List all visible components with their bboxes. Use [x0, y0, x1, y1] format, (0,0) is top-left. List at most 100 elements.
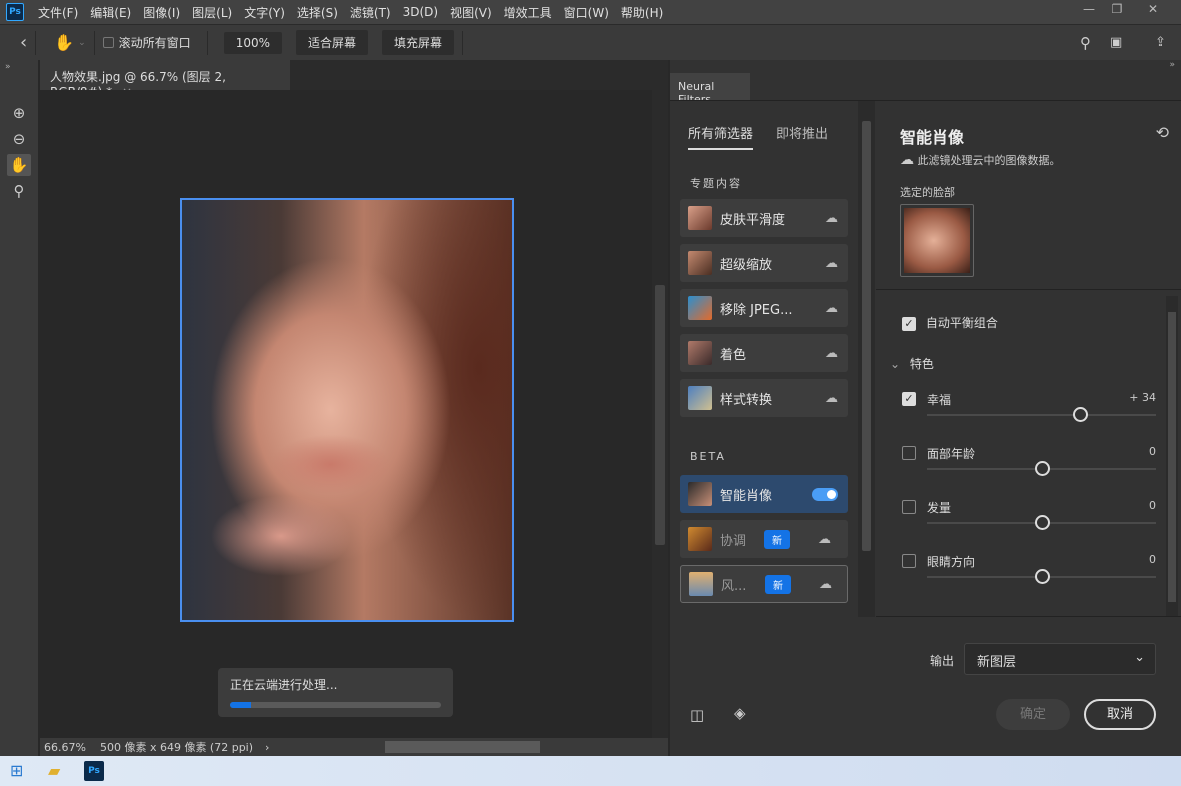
auto-balance-label: 自动平衡组合	[925, 316, 998, 330]
slider-track[interactable]	[927, 414, 1156, 416]
menu-file[interactable]: 文件(F)	[32, 4, 84, 21]
hand-tool-icon[interactable]: ✋	[7, 154, 31, 176]
slider-checkbox[interactable]	[902, 445, 916, 460]
menu-type[interactable]: 文字(Y)	[238, 4, 291, 21]
document-tab[interactable]: 人物效果.jpg @ 66.7% (图层 2, RGB/8#) * ×	[40, 60, 290, 99]
collapse-icon[interactable]: »	[0, 60, 38, 74]
output-select[interactable]: 新图层 ⌄	[964, 643, 1156, 675]
magnifier-icon[interactable]: ⚲	[7, 180, 31, 202]
slider-knob[interactable]	[1034, 515, 1050, 530]
collapse-icon[interactable]: »	[1169, 60, 1175, 70]
zoom-100-button[interactable]: 100%	[223, 31, 282, 54]
menu-image[interactable]: 图像(I)	[137, 4, 186, 21]
slider-row: 发量 0	[902, 499, 1156, 530]
zoom-in-icon[interactable]: ⊕	[7, 102, 31, 124]
menu-select[interactable]: 选择(S)	[291, 4, 344, 21]
slider-checkbox[interactable]	[902, 553, 916, 568]
cloud-download-icon: ☁	[818, 531, 831, 547]
vertical-scrollbar[interactable]	[652, 90, 668, 738]
menu-3d[interactable]: 3D(D)	[397, 5, 444, 19]
filter-super-zoom[interactable]: 超级缩放 ☁	[680, 244, 848, 282]
slider-checkbox[interactable]	[902, 499, 916, 514]
filter-harmonization[interactable]: 协调新 ☁	[680, 520, 848, 558]
chevron-right-icon[interactable]: ›	[265, 741, 269, 754]
menu-view[interactable]: 视图(V)	[444, 4, 498, 21]
horizontal-scrollbar[interactable]	[385, 741, 540, 753]
slider-knob[interactable]	[1034, 461, 1050, 476]
neural-filters-tab[interactable]: Neural Filters	[670, 73, 750, 106]
chevron-down-icon[interactable]: ⌄	[78, 38, 86, 48]
menu-filter[interactable]: 滤镜(T)	[344, 4, 397, 21]
tab-coming-soon[interactable]: 即将推出	[776, 123, 828, 142]
menu-bar: Ps 文件(F) 编辑(E) 图像(I) 图层(L) 文字(Y) 选择(S) 滤…	[0, 0, 1181, 24]
filter-colorize[interactable]: 着色 ☁	[680, 334, 848, 372]
layers-icon[interactable]: ◈	[734, 704, 746, 722]
output-label: 输出	[930, 654, 955, 668]
filter-skin-smoothing[interactable]: 皮肤平滑度 ☁	[680, 199, 848, 237]
menu-help[interactable]: 帮助(H)	[615, 4, 669, 21]
scroll-all-checkbox[interactable]	[102, 37, 114, 48]
photoshop-logo: Ps	[6, 3, 24, 21]
slider-knob[interactable]	[1073, 407, 1089, 422]
slider-label: 发量	[927, 501, 952, 515]
selected-face-thumbnail[interactable]	[900, 204, 974, 277]
new-badge: 新	[764, 529, 790, 549]
cloud-download-icon: ☁	[825, 210, 838, 226]
menu-plugins[interactable]: 增效工具	[498, 4, 558, 21]
slider-row: 面部年龄 0	[902, 445, 1156, 476]
file-explorer-icon[interactable]: ▰	[48, 761, 60, 780]
fit-screen-button[interactable]: 适合屏幕	[296, 30, 369, 55]
beta-heading: BETA	[690, 450, 726, 463]
settings-scrollbar[interactable]	[1166, 296, 1178, 616]
document-info[interactable]: 500 像素 x 649 像素 (72 ppi)	[100, 739, 253, 755]
scroll-all-label: 滚动所有窗口	[118, 36, 191, 50]
cloud-download-icon: ☁	[825, 390, 838, 406]
slider-value: 0	[1149, 499, 1156, 512]
selected-face-label: 选定的脸部	[900, 186, 955, 199]
close-icon[interactable]: ✕	[1140, 2, 1166, 20]
share-icon[interactable]: ⇪	[1155, 35, 1166, 50]
hand-tool-icon[interactable]: ✋	[54, 33, 74, 52]
restore-icon[interactable]: ❐	[1104, 2, 1130, 20]
chevron-down-icon[interactable]: ⌄	[890, 357, 900, 371]
reset-icon[interactable]: ⟲	[1156, 123, 1169, 142]
filter-title: 智能肖像	[900, 128, 965, 147]
filter-landscape[interactable]: 风... 新 ☁	[680, 565, 848, 603]
search-icon[interactable]: ⚲	[1080, 34, 1091, 52]
ok-button[interactable]: 确定	[996, 699, 1070, 730]
zoom-level[interactable]: 66.67%	[44, 741, 86, 754]
processing-text: 正在云端进行处理...	[230, 678, 338, 692]
slider-checkbox[interactable]: ✓	[902, 391, 916, 406]
compare-icon[interactable]: ◫	[690, 706, 704, 724]
slider-row: 眼睛方向 0	[902, 553, 1156, 584]
status-bar: 66.67% 500 像素 x 649 像素 (72 ppi) ›	[40, 738, 668, 756]
menu-edit[interactable]: 编辑(E)	[84, 4, 137, 21]
menu-layer[interactable]: 图层(L)	[186, 4, 238, 21]
cancel-button[interactable]: 取消	[1084, 699, 1156, 730]
filter-list-scrollbar[interactable]	[858, 101, 875, 677]
workspace-icon[interactable]: ▣	[1110, 35, 1122, 50]
neural-filters-panel: » Neural Filters 所有筛选器 即将推出 专题内容 皮肤平滑度☁ …	[670, 60, 1181, 756]
filter-smart-portrait[interactable]: 智能肖像	[680, 475, 848, 513]
photoshop-taskbar-icon[interactable]: Ps	[84, 761, 104, 781]
tab-all-filters[interactable]: 所有筛选器	[688, 123, 754, 150]
cloud-download-icon: ☁	[825, 300, 838, 316]
zoom-out-icon[interactable]: ⊖	[7, 128, 31, 150]
chevron-down-icon: ⌄	[1134, 650, 1145, 665]
back-icon[interactable]: ‹	[20, 32, 27, 53]
progress-bar	[230, 702, 441, 708]
cloud-download-icon: ☁	[819, 576, 832, 592]
new-badge: 新	[765, 574, 791, 594]
cloud-icon: ☁	[900, 152, 914, 168]
auto-balance-checkbox[interactable]: ✓	[902, 316, 916, 331]
minimize-icon[interactable]: —	[1076, 2, 1102, 20]
windows-start-icon[interactable]: ⊞	[10, 761, 23, 780]
slider-knob[interactable]	[1034, 569, 1050, 584]
filter-jpeg-artifacts[interactable]: 移除 JPEG... ☁	[680, 289, 848, 327]
smart-portrait-toggle[interactable]	[812, 487, 838, 501]
menu-window[interactable]: 窗口(W)	[558, 4, 615, 21]
filter-style-transfer[interactable]: 样式转换 ☁	[680, 379, 848, 417]
featured-group-label[interactable]: 特色	[910, 357, 934, 371]
fill-screen-button[interactable]: 填充屏幕	[382, 30, 455, 55]
portrait-image	[180, 198, 514, 622]
